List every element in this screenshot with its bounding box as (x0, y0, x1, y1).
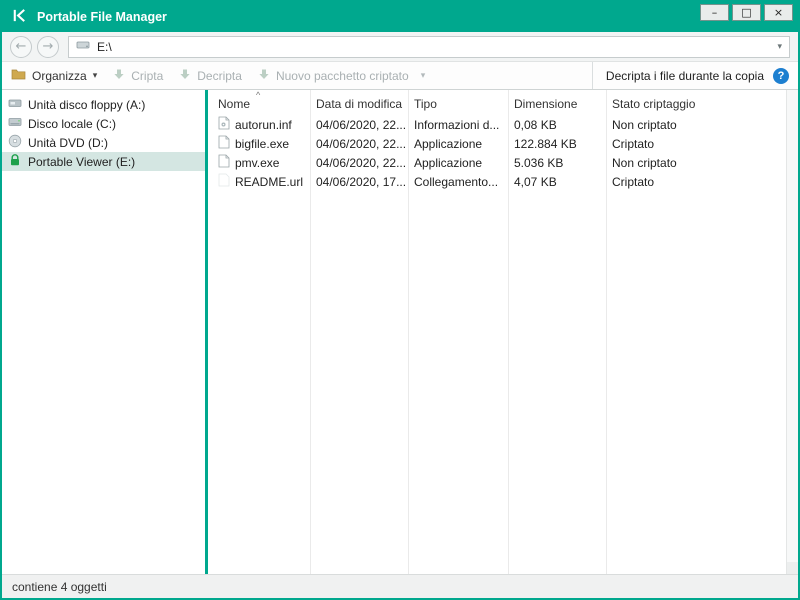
sidebar-item-local-c[interactable]: Disco locale (C:) (2, 114, 205, 133)
file-name: bigfile.exe (235, 137, 289, 151)
application-file-icon (218, 135, 230, 152)
drive-icon (76, 39, 90, 54)
column-header-modified[interactable]: Data di modifica (310, 97, 408, 111)
maximize-button[interactable]: □ (732, 4, 761, 21)
sidebar-item-floppy-a[interactable]: Unità disco floppy (A:) (2, 95, 205, 114)
address-text: E:\ (97, 40, 112, 54)
organize-button[interactable]: Organizza ▾ (11, 68, 97, 83)
package-arrow-icon (258, 68, 270, 83)
folder-icon (11, 68, 26, 83)
scrollbar-corner (787, 562, 798, 574)
file-size: 4,07 KB (508, 175, 606, 189)
chevron-down-icon: ▾ (421, 70, 426, 81)
table-row[interactable]: pmv.exe 04/06/2020, 22... Applicazione 5… (212, 153, 786, 172)
sidebar-item-label: Unità DVD (D:) (28, 136, 108, 150)
minimize-button[interactable]: – (700, 4, 729, 21)
column-header-size[interactable]: Dimensione (508, 97, 606, 111)
file-modified: 04/06/2020, 22... (310, 118, 408, 132)
setup-file-icon (218, 116, 230, 133)
file-name: autorun.inf (235, 118, 292, 132)
column-header-encryption-status[interactable]: Stato criptaggio (606, 97, 786, 111)
file-encryption-status: Non criptato (606, 156, 786, 170)
table-row[interactable]: autorun.inf 04/06/2020, 22... Informazio… (212, 115, 786, 134)
shortcut-file-icon (218, 173, 230, 190)
navigation-bar: ← → E:\ ▾ (2, 32, 798, 62)
back-button[interactable]: ← (10, 36, 32, 58)
file-type: Collegamento... (408, 175, 508, 189)
sidebar-item-portable-viewer-e[interactable]: Portable Viewer (E:) (2, 152, 205, 171)
file-name: pmv.exe (235, 156, 279, 170)
dvd-drive-icon (8, 134, 22, 151)
decrypt-on-copy-group: Decripta i file durante la copia ? (592, 62, 789, 89)
file-size: 5.036 KB (508, 156, 606, 170)
encrypt-button[interactable]: Cripta (113, 68, 163, 83)
decrypt-label: Decripta (197, 69, 242, 83)
close-button[interactable]: × (764, 4, 793, 21)
decrypt-arrow-icon (179, 68, 191, 83)
vertical-scrollbar[interactable] (786, 90, 798, 574)
list-header: ^ Nome Data di modifica Tipo Dimensione … (212, 90, 786, 115)
file-type: Informazioni d... (408, 118, 508, 132)
encrypt-label: Cripta (131, 69, 163, 83)
local-disk-icon (8, 115, 22, 132)
maximize-icon: □ (741, 6, 751, 19)
column-header-name[interactable]: Nome (212, 97, 310, 111)
address-dropdown-icon[interactable]: ▾ (777, 41, 782, 52)
status-text: contiene 4 oggetti (12, 580, 107, 594)
file-encryption-status: Criptato (606, 137, 786, 151)
file-size: 0,08 KB (508, 118, 606, 132)
toolbar: Organizza ▾ Cripta Decripta Nuovo pacche… (2, 62, 798, 90)
file-encryption-status: Non criptato (606, 118, 786, 132)
file-modified: 04/06/2020, 17... (310, 175, 408, 189)
drive-sidebar: Unità disco floppy (A:) Disco locale (C:… (2, 90, 205, 574)
minimize-icon: – (712, 6, 718, 19)
encrypt-arrow-icon (113, 68, 125, 83)
decrypt-on-copy-label: Decripta i file durante la copia (606, 69, 764, 83)
forward-button[interactable]: → (37, 36, 59, 58)
new-encrypted-package-button[interactable]: Nuovo pacchetto criptato ▾ (258, 68, 425, 83)
column-divider (606, 90, 607, 574)
column-divider (508, 90, 509, 574)
file-encryption-status: Criptato (606, 175, 786, 189)
sidebar-item-dvd-d[interactable]: Unità DVD (D:) (2, 133, 205, 152)
titlebar: Portable File Manager (2, 2, 798, 32)
sidebar-item-label: Portable Viewer (E:) (28, 155, 135, 169)
floppy-drive-icon (8, 96, 22, 113)
content-area: Unità disco floppy (A:) Disco locale (C:… (2, 90, 798, 574)
column-divider (310, 90, 311, 574)
window-controls: – □ × (700, 4, 793, 21)
sidebar-item-label: Disco locale (C:) (28, 117, 116, 131)
application-file-icon (218, 154, 230, 171)
forward-arrow-icon: → (43, 39, 54, 54)
decrypt-button[interactable]: Decripta (179, 68, 242, 83)
column-divider (408, 90, 409, 574)
file-type: Applicazione (408, 156, 508, 170)
app-window: Portable File Manager – □ × ← → E:\ ▾ Or… (0, 0, 800, 600)
organize-label: Organizza (32, 69, 87, 83)
kaspersky-logo-icon (11, 7, 28, 27)
table-row[interactable]: bigfile.exe 04/06/2020, 22... Applicazio… (212, 134, 786, 153)
sidebar-item-label: Unità disco floppy (A:) (28, 98, 145, 112)
sort-ascending-icon: ^ (256, 90, 260, 100)
file-modified: 04/06/2020, 22... (310, 156, 408, 170)
file-list-panel: ^ Nome Data di modifica Tipo Dimensione … (208, 90, 786, 574)
file-modified: 04/06/2020, 22... (310, 137, 408, 151)
status-bar: contiene 4 oggetti (2, 574, 798, 598)
lock-icon (8, 153, 22, 170)
back-arrow-icon: ← (16, 39, 27, 54)
window-title: Portable File Manager (37, 10, 167, 24)
file-name: README.url (235, 175, 303, 189)
column-header-type[interactable]: Tipo (408, 97, 508, 111)
file-size: 122.884 KB (508, 137, 606, 151)
chevron-down-icon: ▾ (93, 70, 98, 81)
table-row[interactable]: README.url 04/06/2020, 17... Collegament… (212, 172, 786, 191)
close-icon: × (774, 6, 783, 19)
address-bar[interactable]: E:\ ▾ (68, 36, 790, 58)
file-type: Applicazione (408, 137, 508, 151)
new-package-label: Nuovo pacchetto criptato (276, 69, 409, 83)
help-icon[interactable]: ? (773, 68, 789, 84)
